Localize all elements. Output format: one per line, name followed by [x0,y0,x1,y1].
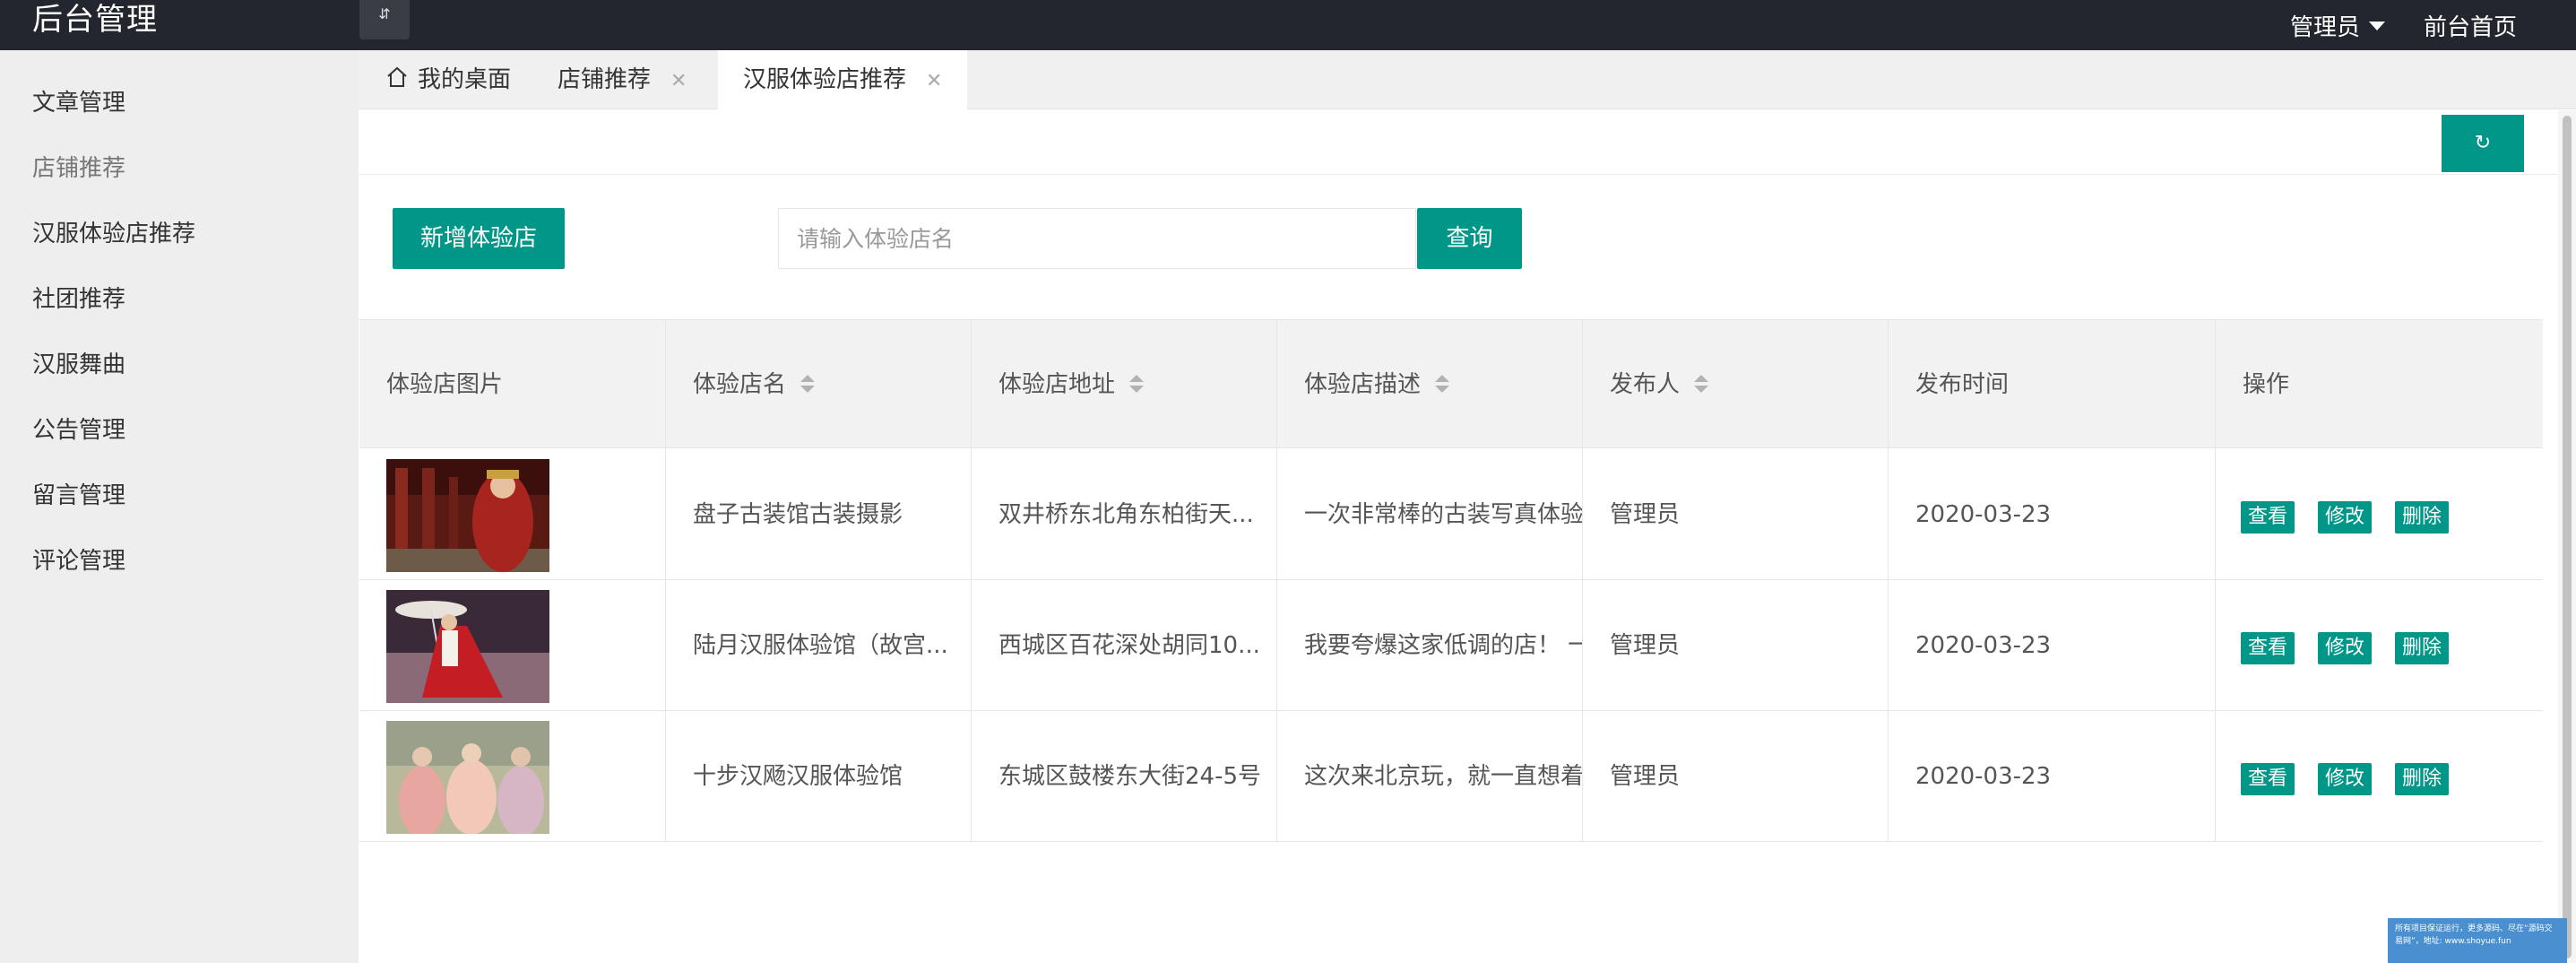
cell-actions: 查看 修改 删除 [2216,449,2543,580]
delete-button[interactable]: 删除 [2395,501,2450,534]
tab-label: 汉服体验店推荐 [743,66,907,93]
tab-bar: 我的桌面 店铺推荐 ✕ 汉服体验店推荐 ✕ [359,50,2576,110]
sidebar: 文章管理 店铺推荐 汉服体验店推荐 社团推荐 汉服舞曲 公告管理 留言管理 评论… [0,50,359,963]
cell-store-name: 十步汉飏汉服体验馆 [666,711,972,842]
sidebar-item-clubs[interactable]: 社团推荐 [32,281,125,314]
store-name-search-input[interactable] [778,208,1416,269]
cell-description: 我要夸爆这家低调的店！ 一 [1277,580,1583,711]
cell-date: 2020-03-23 [1889,449,2216,580]
delete-button[interactable]: 删除 [2395,632,2450,664]
view-button[interactable]: 查看 [2241,632,2295,664]
col-header-description[interactable]: 体验店描述 [1277,320,1583,449]
query-button[interactable]: 查询 [1417,208,1522,269]
add-store-button[interactable]: 新增体验店 [393,208,565,269]
admin-user-label: 管理员 [2290,14,2361,41]
sidebar-item-hanfu-stores[interactable]: 汉服体验店推荐 [32,215,195,248]
caret-down-icon [2369,21,2386,30]
tab-label: 我的桌面 [418,66,512,93]
col-header-date: 发布时间 [1889,320,2216,449]
cell-image [359,449,666,580]
sort-icon[interactable] [1129,374,1145,393]
sort-icon[interactable] [1435,374,1450,393]
cell-store-name: 盘子古装馆古装摄影 [666,449,972,580]
table-header: 体验店图片 体验店名 体验店地址 体验店描述 发布人 发布时间 操作 [359,319,2543,449]
cell-actions: 查看 修改 删除 [2216,580,2543,711]
front-homepage-link[interactable]: 前台首页 [2424,9,2517,42]
sidebar-item-comments[interactable]: 评论管理 [32,542,125,576]
store-thumbnail[interactable] [386,721,549,834]
col-header-publisher[interactable]: 发布人 [1583,320,1889,449]
sidebar-toggle-icon: ⇵ [378,5,391,22]
cell-store-name: 陆月汉服体验馆（故宫... [666,580,972,711]
edit-button[interactable]: 修改 [2318,632,2373,664]
col-header-address[interactable]: 体验店地址 [972,320,1277,449]
sidebar-item-articles[interactable]: 文章管理 [32,84,125,117]
cell-address: 双井桥东北角东柏街天... [972,449,1277,580]
col-header-name[interactable]: 体验店名 [666,320,972,449]
edit-button[interactable]: 修改 [2318,763,2373,795]
table-row: 陆月汉服体验馆（故宫... 西城区百花深处胡同10... 我要夸爆这家低调的店！… [359,580,2543,711]
sidebar-item-shops[interactable]: 店铺推荐 [32,150,125,183]
top-header: 后台管理 ⇵ 管理员 前台首页 [0,0,2576,50]
sidebar-item-dance-music[interactable]: 汉服舞曲 [32,346,125,379]
view-button[interactable]: 查看 [2241,763,2295,795]
tab-label: 店铺推荐 [558,66,652,93]
delete-button[interactable]: 删除 [2395,763,2450,795]
app-title: 后台管理 [32,2,158,38]
cell-publisher: 管理员 [1583,449,1889,580]
sidebar-item-announcements[interactable]: 公告管理 [32,412,125,445]
table-row: 十步汉飏汉服体验馆 东城区鼓楼东大街24-5号 这次来北京玩，就一直想着 管理员… [359,711,2543,842]
sidebar-toggle-button[interactable]: ⇵ [359,0,410,39]
sort-icon[interactable] [800,374,816,393]
cell-image [359,580,666,711]
home-icon [387,66,407,87]
cell-actions: 查看 修改 删除 [2216,711,2543,842]
tab-my-desktop[interactable]: 我的桌面 [385,50,511,109]
edit-button[interactable]: 修改 [2318,501,2373,534]
sidebar-item-messages[interactable]: 留言管理 [32,477,125,510]
cell-image [359,711,666,842]
admin-user-menu[interactable]: 管理员 [2290,9,2386,42]
refresh-bar: ↻ [359,110,2565,175]
cell-publisher: 管理员 [1583,711,1889,842]
view-button[interactable]: 查看 [2241,501,2295,534]
close-icon[interactable]: ✕ [926,70,942,92]
col-header-actions: 操作 [2243,371,2290,398]
store-thumbnail[interactable] [386,459,549,572]
tab-hanfu-store-recommend[interactable]: 汉服体验店推荐 ✕ [718,50,968,110]
cell-date: 2020-03-23 [1889,580,2216,711]
cell-description: 一次非常棒的古装写真体验! [1277,449,1583,580]
refresh-button[interactable]: ↻ [2442,115,2524,172]
scrollbar-thumb[interactable] [2563,116,2572,959]
store-thumbnail[interactable] [386,590,549,703]
refresh-icon: ↻ [2474,132,2492,154]
cell-address: 东城区鼓楼东大街24-5号 [972,711,1277,842]
sort-icon[interactable] [1694,374,1709,393]
cell-address: 西城区百花深处胡同10... [972,580,1277,711]
tab-shop-recommend[interactable]: 店铺推荐 ✕ [558,50,687,109]
watermark-notice: 所有项目保证运行，更多源码、尽在“源码交易网”，地址: www.shoyue.f… [2388,918,2567,963]
col-header-image: 体验店图片 [359,320,666,449]
cell-publisher: 管理员 [1583,580,1889,711]
close-icon[interactable]: ✕ [670,70,687,92]
cell-date: 2020-03-23 [1889,711,2216,842]
vertical-scrollbar[interactable] [2558,110,2576,963]
table-row: 盘子古装馆古装摄影 双井桥东北角东柏街天... 一次非常棒的古装写真体验! 管理… [359,449,2543,580]
cell-description: 这次来北京玩，就一直想着 [1277,711,1583,842]
